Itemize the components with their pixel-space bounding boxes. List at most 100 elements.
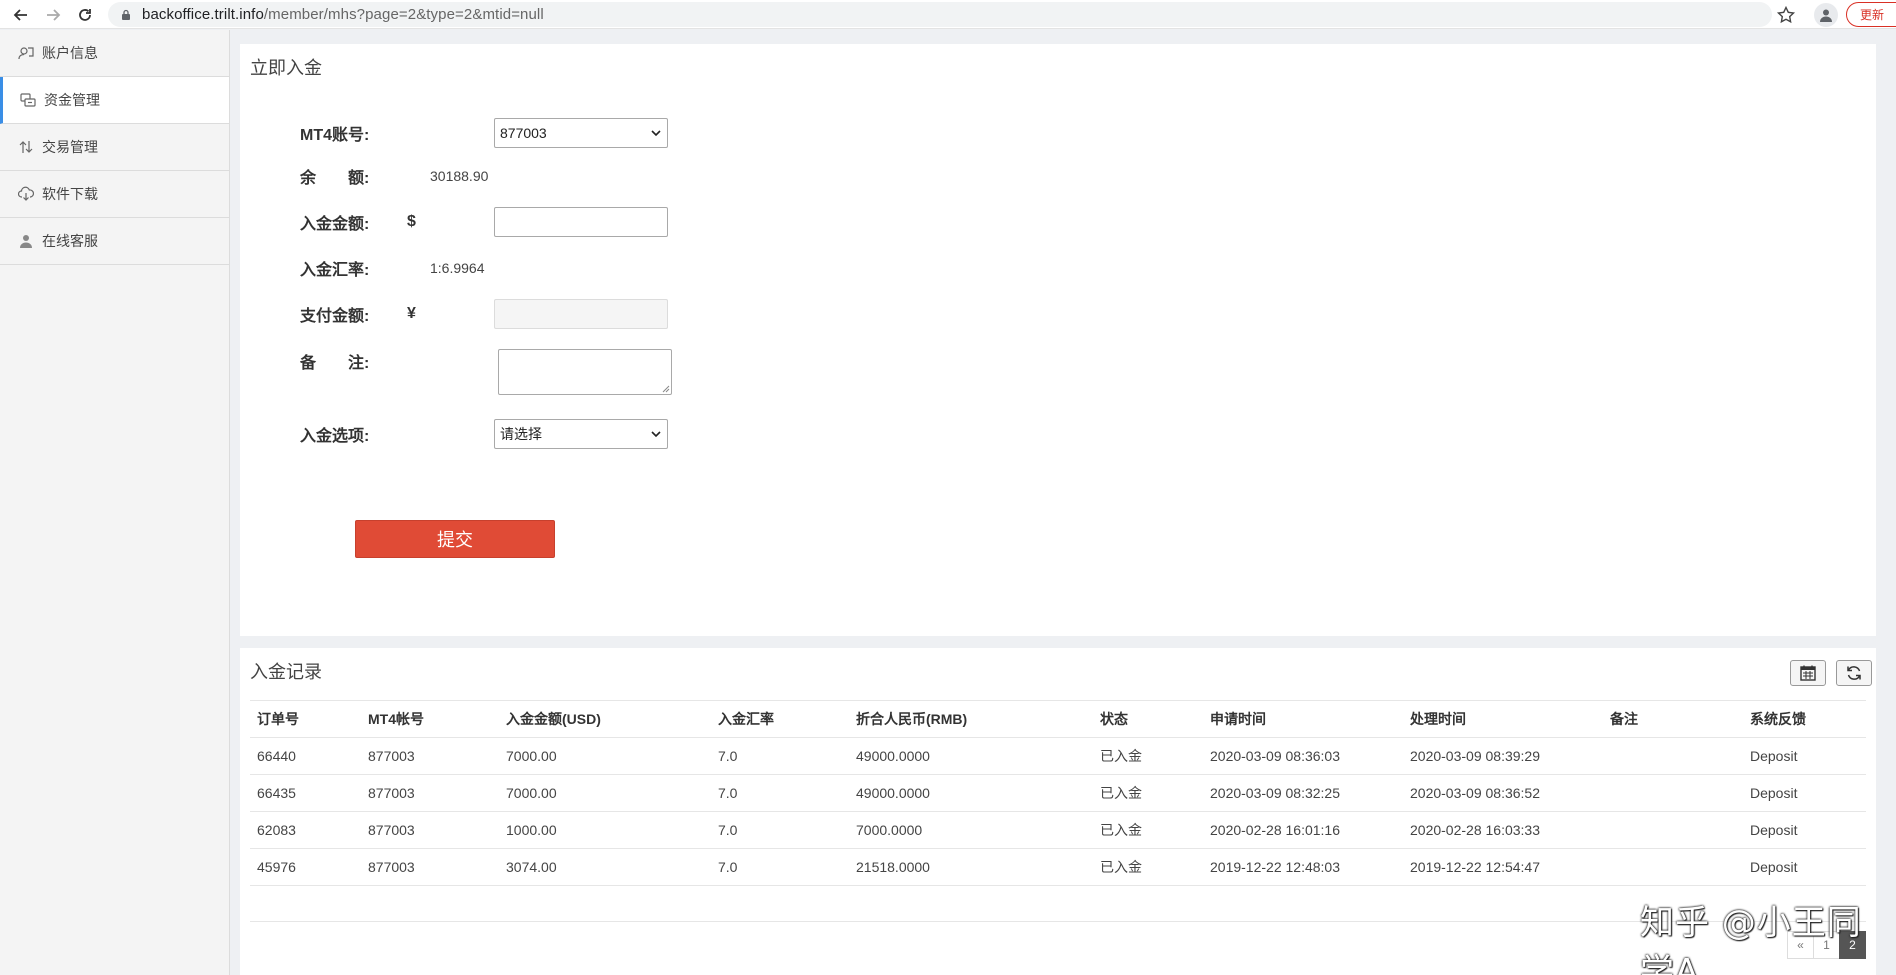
calendar-button[interactable] — [1790, 660, 1826, 686]
records-table: 订单号 MT4帐号 入金金额(USD) 入金汇率 折合人民币(RMB) 状态 申… — [250, 700, 1866, 886]
mt4-label: MT4账号: — [300, 127, 370, 144]
cell-amount-usd: 3074.00 — [499, 848, 711, 886]
sidebar-item-trading[interactable]: 交易管理 — [0, 124, 229, 171]
sidebar-item-label: 账户信息 — [42, 45, 98, 61]
sidebar-item-label: 在线客服 — [42, 233, 98, 249]
cell-status: 已入金 — [1093, 774, 1203, 812]
remark-textarea[interactable] — [498, 349, 672, 395]
refresh-button[interactable] — [1836, 660, 1872, 686]
browser-update-button[interactable]: 更新 — [1846, 2, 1896, 27]
cell-rate: 7.0 — [711, 811, 849, 849]
deposit-amount-input[interactable] — [494, 207, 668, 237]
rate-value: 1:6.9964 — [430, 260, 485, 276]
cell-order-id: 66440 — [250, 737, 361, 775]
col-header[interactable]: 备注 — [1603, 700, 1743, 738]
col-header[interactable]: 订单号 — [250, 700, 361, 738]
cell-apply-time: 2020-03-09 08:36:03 — [1203, 737, 1403, 775]
pay-amount-input — [494, 299, 668, 329]
sidebar-item-label: 交易管理 — [42, 139, 98, 155]
cell-remark — [1603, 848, 1743, 886]
cell-apply-time: 2020-02-28 16:01:16 — [1203, 811, 1403, 849]
cell-feedback: Deposit — [1743, 774, 1866, 812]
balance-value: 30188.90 — [430, 168, 489, 184]
user-card-icon — [18, 45, 34, 61]
table-row[interactable]: 66440 877003 7000.00 7.0 49000.0000 已入金 … — [250, 737, 1866, 775]
address-bar[interactable]: backoffice.trilt.info/member/mhs?page=2&… — [108, 2, 1772, 27]
browser-toolbar: backoffice.trilt.info/member/mhs?page=2&… — [0, 0, 1896, 29]
sidebar-item-support[interactable]: 在线客服 — [0, 218, 229, 265]
deposit-option-select[interactable]: 请选择 — [494, 419, 668, 449]
col-header[interactable]: MT4帐号 — [361, 700, 499, 738]
page-title: 立即入金 — [250, 58, 322, 78]
col-header[interactable]: 处理时间 — [1403, 700, 1603, 738]
bookmark-star-icon[interactable] — [1776, 5, 1796, 25]
sidebar-item-account-info[interactable]: 账户信息 — [0, 30, 229, 77]
back-arrow-icon[interactable] — [10, 4, 32, 26]
cell-rate: 7.0 — [711, 848, 849, 886]
cell-status: 已入金 — [1093, 811, 1203, 849]
mt4-account-select[interactable]: 877003 — [494, 118, 668, 148]
person-icon — [18, 233, 34, 249]
cell-mt4: 877003 — [361, 737, 499, 775]
cell-feedback: Deposit — [1743, 848, 1866, 886]
remark-label: 备 注: — [300, 355, 370, 372]
cell-mt4: 877003 — [361, 811, 499, 849]
cell-apply-time: 2019-12-22 12:48:03 — [1203, 848, 1403, 886]
table-footer-divider — [250, 921, 1866, 922]
cell-amount-usd: 7000.00 — [499, 774, 711, 812]
cell-remark — [1603, 774, 1743, 812]
lock-icon — [122, 9, 130, 20]
col-header[interactable]: 折合人民币(RMB) — [849, 700, 1093, 738]
cell-feedback: Deposit — [1743, 811, 1866, 849]
deposit-panel: 立即入金 MT4账号: 877003 余 额: 30188.90 入金金额: $… — [240, 44, 1876, 636]
cell-feedback: Deposit — [1743, 737, 1866, 775]
forward-arrow-icon[interactable] — [42, 4, 64, 26]
table-row[interactable]: 66435 877003 7000.00 7.0 49000.0000 已入金 … — [250, 774, 1866, 812]
table-row[interactable]: 45976 877003 3074.00 7.0 21518.0000 已入金 … — [250, 848, 1866, 886]
cell-order-id: 66435 — [250, 774, 361, 812]
cell-remark — [1603, 737, 1743, 775]
col-header[interactable]: 系统反馈 — [1743, 700, 1866, 738]
col-header[interactable]: 入金汇率 — [711, 700, 849, 738]
rate-label: 入金汇率: — [300, 262, 370, 279]
cell-mt4: 877003 — [361, 848, 499, 886]
col-header[interactable]: 状态 — [1093, 700, 1203, 738]
cell-apply-time: 2020-03-09 08:32:25 — [1203, 774, 1403, 812]
cell-process-time: 2020-03-09 08:39:29 — [1403, 737, 1603, 775]
deposit-option-value: 请选择 — [500, 426, 542, 442]
resize-grip-icon[interactable] — [662, 385, 670, 393]
sidebar-item-funds[interactable]: 资金管理 — [0, 77, 229, 124]
sidebar-item-label: 软件下载 — [42, 186, 98, 202]
cell-remark — [1603, 811, 1743, 849]
cell-status: 已入金 — [1093, 848, 1203, 886]
cny-symbol: ¥ — [407, 305, 416, 322]
reload-icon[interactable] — [74, 4, 96, 26]
table-row[interactable]: 62083 877003 1000.00 7.0 7000.0000 已入金 2… — [250, 811, 1866, 849]
cell-amount-rmb: 21518.0000 — [849, 848, 1093, 886]
cell-process-time: 2019-12-22 12:54:47 — [1403, 848, 1603, 886]
chevron-down-icon — [651, 431, 661, 438]
balance-label: 余 额: — [300, 170, 370, 187]
sidebar-item-download[interactable]: 软件下载 — [0, 171, 229, 218]
records-title: 入金记录 — [250, 662, 322, 682]
exchange-icon — [18, 139, 34, 155]
cell-process-time: 2020-02-28 16:03:33 — [1403, 811, 1603, 849]
cell-rate: 7.0 — [711, 737, 849, 775]
coins-icon — [20, 92, 36, 108]
pay-label: 支付金额: — [300, 308, 370, 325]
col-header[interactable]: 申请时间 — [1203, 700, 1403, 738]
cell-order-id: 62083 — [250, 811, 361, 849]
cell-status: 已入金 — [1093, 737, 1203, 775]
submit-button[interactable]: 提交 — [355, 520, 555, 558]
cloud-download-icon — [18, 186, 34, 202]
option-label: 入金选项: — [300, 428, 370, 445]
profile-avatar-icon[interactable] — [1814, 3, 1838, 27]
cell-amount-rmb: 7000.0000 — [849, 811, 1093, 849]
cell-order-id: 45976 — [250, 848, 361, 886]
chevron-down-icon — [651, 130, 661, 137]
table-header-row: 订单号 MT4帐号 入金金额(USD) 入金汇率 折合人民币(RMB) 状态 申… — [250, 700, 1866, 738]
usd-symbol: $ — [407, 213, 416, 230]
cell-amount-rmb: 49000.0000 — [849, 737, 1093, 775]
cell-process-time: 2020-03-09 08:36:52 — [1403, 774, 1603, 812]
col-header[interactable]: 入金金额(USD) — [499, 700, 711, 738]
